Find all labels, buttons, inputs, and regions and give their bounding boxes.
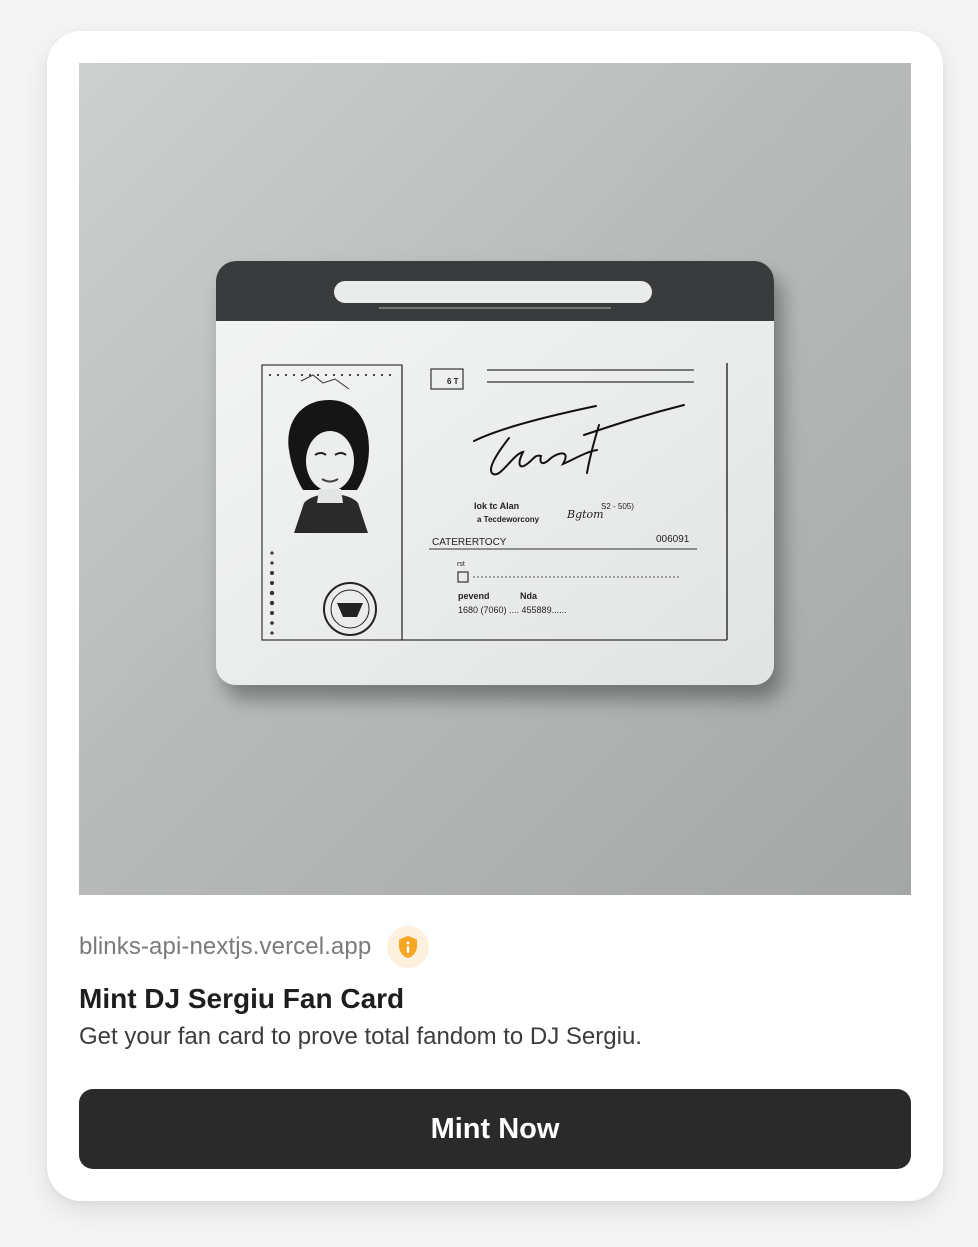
action-domain[interactable]: blinks-api-nextjs.vercel.app <box>79 933 371 961</box>
card-small-label: rst <box>457 561 465 568</box>
card-row2-text: a Tecdeworcony <box>477 515 540 524</box>
card-row1-text: Iok tc Alan <box>474 501 519 511</box>
card-box-text: 6 T <box>447 377 459 386</box>
card-field2-text: Nda <box>520 591 538 601</box>
card-sign-note: Bgtom <box>566 508 604 521</box>
card-code-text: S2 - 505) <box>601 502 634 511</box>
action-meta: blinks-api-nextjs.vercel.app Mint DJ Ser… <box>79 926 911 1051</box>
fan-card-image: 6 T Iok tc Alan a Tecdeworcony Bgtom S2 … <box>79 63 911 895</box>
card-field1-text: pevend <box>458 591 490 601</box>
id-card-illustration: 6 T Iok tc Alan a Tecdeworcony Bgtom S2 … <box>216 261 774 685</box>
action-description: Get your fan card to prove total fandom … <box>79 1023 642 1050</box>
shield-info-icon <box>399 936 418 958</box>
mint-now-button[interactable]: Mint Now <box>79 1089 911 1169</box>
card-values-text: 1680 (7060) .... 455889...... <box>458 605 567 615</box>
action-card: 6 T Iok tc Alan a Tecdeworcony Bgtom S2 … <box>47 31 943 1201</box>
domain-row: blinks-api-nextjs.vercel.app <box>79 926 911 968</box>
card-number-text: 006091 <box>656 534 690 545</box>
card-category-text: CATERERTOCY <box>432 537 507 548</box>
security-badge[interactable] <box>387 926 430 968</box>
action-title: Mint DJ Sergiu Fan Card <box>79 983 405 1014</box>
